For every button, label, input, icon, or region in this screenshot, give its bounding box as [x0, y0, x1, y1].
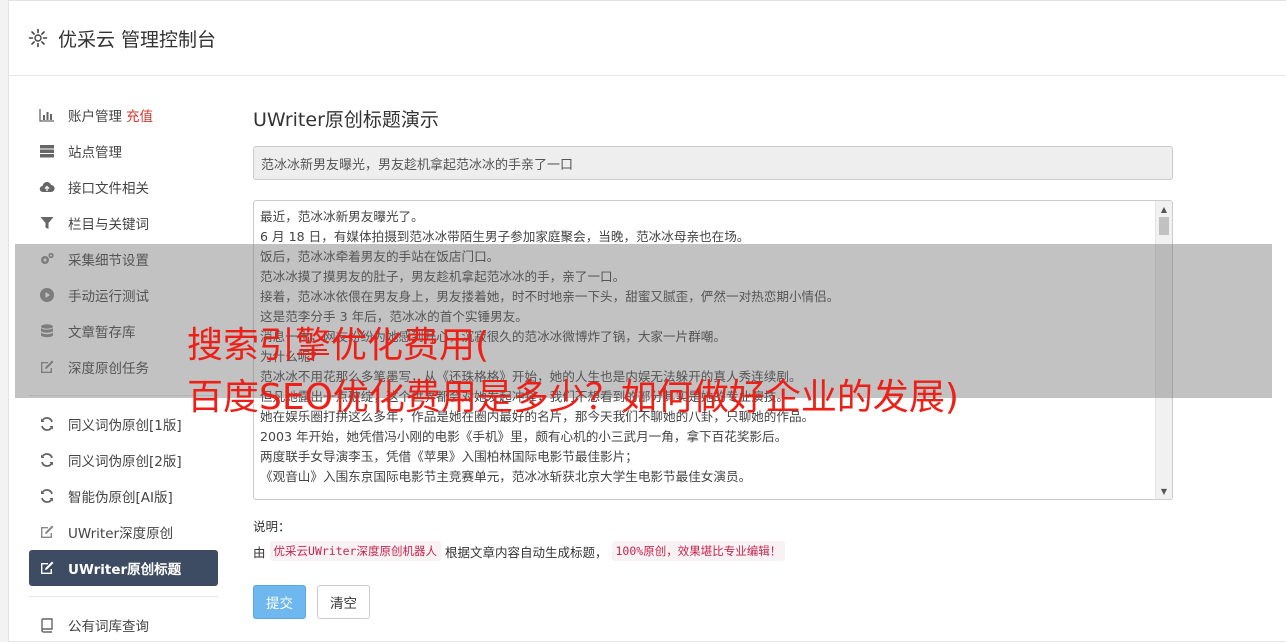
sidebar-item-group1-3[interactable]: 栏目与关键词: [29, 205, 218, 241]
originality-badge: 100%原创，效果堪比专业编辑！: [611, 541, 786, 561]
sidebar-item-group2-1[interactable]: 同义词伪原创[2版]: [29, 442, 218, 478]
app-header: 优采云 管理控制台: [9, 1, 1286, 76]
sidebar-item-label: 站点管理: [68, 145, 122, 161]
sidebar-item-label: UWriter原创标题: [68, 562, 182, 578]
note-text: 由 优采云UWriter深度原创机器人 根据文章内容自动生成标题， 100%原创…: [253, 541, 1173, 561]
sidebar-item-group2-4[interactable]: UWriter原创标题: [29, 550, 218, 586]
form-actions: 提交 清空: [253, 585, 1173, 619]
article-line: 《观音山》入围东京国际电影节主竞赛单元，范冰冰斩获北京大学生电影节最佳女演员。: [260, 469, 752, 484]
sidebar-item-label: 接口文件相关: [68, 181, 149, 197]
refresh-icon: [39, 416, 55, 432]
page-title: UWriter原创标题演示: [253, 109, 439, 131]
note-label: 说明：: [253, 519, 291, 534]
sidebar-item-label: UWriter深度原创: [68, 526, 174, 542]
sidebar-item-label: 同义词伪原创[2版]: [68, 454, 182, 470]
refresh-icon: [39, 488, 55, 504]
sidebar-group-library: 公有词库查询: [29, 607, 218, 641]
generated-title-field[interactable]: [253, 146, 1173, 180]
recharge-link[interactable]: 充值: [126, 105, 153, 125]
article-line: 最近，范冰冰新男友曝光了。: [260, 209, 424, 224]
cloud-upload-icon: [39, 179, 55, 195]
sidebar-item-label: 栏目与关键词: [68, 217, 149, 233]
bar-chart-icon: [39, 107, 55, 123]
scrollbar-thumb[interactable]: [1159, 217, 1169, 235]
scroll-up-arrow-icon[interactable]: ▲: [1156, 201, 1172, 217]
sidebar-item-group2-2[interactable]: 智能伪原创[AI版]: [29, 478, 218, 514]
sidebar-item-label: 公有词库查询: [68, 619, 149, 635]
sidebar-item-group1-1[interactable]: 站点管理: [29, 133, 218, 169]
edit-icon: [39, 524, 55, 540]
app-title: 优采云 管理控制台: [58, 28, 217, 51]
overlay-headline: 搜索引擎优化费用( 百度SEO优化费用是多少？如何做好企业的发展): [187, 320, 1277, 424]
sidebar-item-group2-3[interactable]: UWriter深度原创: [29, 514, 218, 550]
sidebar-item-label: 智能伪原创[AI版]: [68, 490, 173, 506]
filter-icon: [39, 215, 55, 231]
sidebar-group-rewrite: 同义词伪原创[1版] 同义词伪原创[2版] 智能伪原创[AI版] UWriter深度原…: [29, 406, 218, 586]
sidebar-item-label: 同义词伪原创[1版]: [68, 418, 182, 434]
gear-icon: [28, 28, 48, 48]
server-icon: [39, 143, 55, 159]
refresh-icon: [39, 452, 55, 468]
book-icon: [39, 617, 55, 633]
note-description: 根据文章内容自动生成标题，: [444, 544, 608, 560]
overlay-headline-line1: 搜索引擎优化费用(: [187, 325, 490, 366]
robot-name-badge: 优采云UWriter深度原创机器人: [269, 541, 441, 561]
sidebar-divider: [29, 596, 218, 597]
sidebar-item-label: 账户管理: [68, 109, 122, 125]
sidebar-item-group3-0[interactable]: 公有词库查询: [29, 607, 218, 641]
article-line: 2003 年开始，她凭借冯小刚的电影《手机》里，颇有心机的小三武月一角，拿下百花…: [260, 429, 788, 444]
clear-button[interactable]: 清空: [317, 585, 370, 619]
submit-button[interactable]: 提交: [253, 585, 306, 619]
sidebar-item-group1-2[interactable]: 接口文件相关: [29, 169, 218, 205]
sidebar-item-group1-0[interactable]: 账户管理 充值: [29, 97, 218, 133]
article-line: 两度联手女导演李玉，凭借《苹果》入围柏林国际电影节最佳影片；: [260, 449, 638, 464]
overlay-headline-line2: 百度SEO优化费用是多少？如何做好企业的发展): [187, 377, 959, 418]
scroll-down-arrow-icon[interactable]: ▼: [1156, 483, 1172, 499]
edit-icon: [39, 560, 55, 576]
note-by: 由: [253, 544, 266, 560]
